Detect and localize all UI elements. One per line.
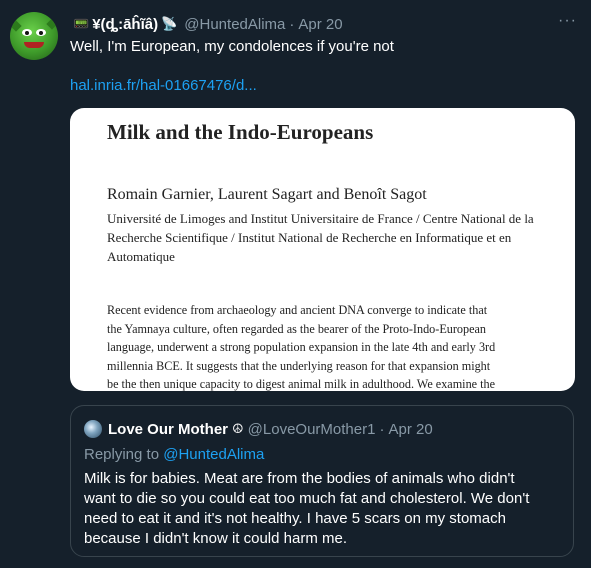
tweet-date[interactable]: Apr 20 [298, 16, 342, 33]
abstract-line: language, underwent a strong population … [107, 340, 496, 354]
avatar[interactable] [10, 12, 58, 60]
replying-to: Replying to @HuntedAlima [84, 446, 264, 463]
peace-icon: ☮ [232, 421, 244, 436]
avatar-mouth [24, 42, 44, 48]
document-affiliation: Université de Limoges and Institut Unive… [107, 211, 534, 264]
replying-to-label: Replying to [84, 446, 164, 463]
document-preview-image[interactable]: Milk and the Indo-Europeans Romain Garni… [70, 108, 575, 391]
avatar-eye [22, 29, 32, 36]
tweet-header: 📟 ¥(ȡ:āĥĩâ) 📡 @HuntedAlima · Apr 20 [70, 14, 343, 34]
user-handle[interactable]: @HuntedAlima [184, 16, 285, 33]
more-options-icon[interactable]: ··· [558, 12, 577, 30]
avatar-spike [46, 18, 58, 30]
replying-to-handle[interactable]: @HuntedAlima [163, 446, 264, 463]
tweet-link[interactable]: hal.inria.fr/hal-01667476/d... [70, 77, 257, 94]
tweet-text: Well, I'm European, my condolences if yo… [70, 38, 394, 55]
quoted-date: Apr 20 [388, 420, 433, 438]
abstract-line: millennia BCE. It suggests that the unde… [107, 358, 491, 373]
abstract-line: Recent evidence from archaeology and anc… [107, 303, 488, 317]
tweet: 📟 ¥(ȡ:āĥĩâ) 📡 @HuntedAlima · Apr 20 ··· … [0, 0, 591, 568]
display-name[interactable]: ¥(ȡ:āĥĩâ) [92, 16, 158, 33]
pager-icon: 📟 [73, 16, 90, 31]
document-abstract: Recent evidence from archaeology and anc… [107, 301, 567, 391]
satellite-icon: 📡 [161, 16, 178, 31]
document-authors: Romain Garnier, Laurent Sagart and Benoî… [107, 186, 427, 203]
quoted-text-line: need to eat it and it's not healthy. I h… [84, 510, 506, 527]
separator-dot: · [379, 420, 385, 438]
separator-dot: · [289, 15, 295, 33]
quoted-tweet[interactable]: Love Our Mother ☮ @LoveOurMother1 · Apr … [70, 405, 574, 557]
abstract-line: be the then unique capacity to digest an… [107, 377, 496, 391]
quoted-text-line: Milk is for babies. Meat are from the bo… [84, 470, 515, 487]
quoted-handle: @LoveOurMother1 [247, 420, 376, 438]
avatar-eye [36, 29, 46, 36]
quoted-tweet-header: Love Our Mother ☮ @LoveOurMother1 · Apr … [84, 419, 433, 439]
quoted-tweet-text: Milk is for babies. Meat are from the bo… [84, 469, 564, 549]
quoted-text-line: because I didn't know it could harm me. [84, 530, 347, 547]
document-title: Milk and the Indo-Europeans [107, 120, 374, 144]
quoted-display-name: Love Our Mother [108, 420, 229, 438]
avatar-spike [10, 20, 22, 32]
quoted-avatar [84, 420, 102, 438]
quoted-text-line: want to die so you could eat too much fa… [84, 490, 530, 507]
abstract-line: the Yamnaya culture, often regarded as t… [107, 321, 487, 336]
